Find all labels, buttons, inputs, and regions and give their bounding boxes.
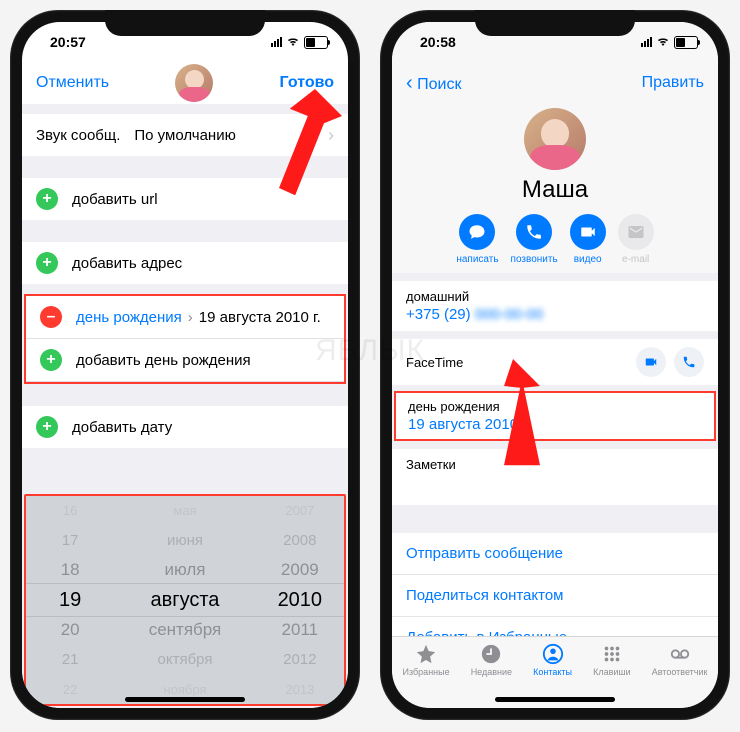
add-date-row[interactable]: + добавить дату [22, 406, 348, 448]
facetime-audio-button[interactable] [674, 347, 704, 377]
birthday-display-highlight: день рождения 19 августа 2010 г. [394, 391, 716, 441]
phone-block[interactable]: домашний +375 (29) 000-00-00 [392, 281, 718, 331]
date-picker[interactable]: 16 17 18 19 20 21 22 мая июня июля авгус… [24, 494, 346, 706]
star-icon [415, 643, 437, 665]
plus-icon: + [36, 188, 58, 210]
birthday-value: 19 августа 2010 г. [408, 416, 702, 433]
person-icon [542, 643, 564, 665]
status-time: 20:58 [420, 34, 456, 50]
tab-favorites[interactable]: Избранные [403, 643, 450, 677]
birthday-highlight: – день рождения › 19 августа 2010 г. + д… [24, 294, 346, 384]
screen-left: 20:57 Отменить Готово Звук сообщ. По умо… [22, 22, 348, 708]
battery-icon [304, 36, 328, 49]
action-call[interactable]: позвонить [511, 214, 558, 265]
contact-header: Маша написать позвонить видео e-mail [392, 104, 718, 273]
birthday-row[interactable]: – день рождения › 19 августа 2010 г. [26, 296, 344, 339]
facetime-label: FaceTime [406, 355, 463, 370]
facetime-block: FaceTime [392, 339, 718, 385]
wifi-icon [286, 36, 300, 48]
signal-icon [641, 37, 652, 47]
phone-right: 20:58 ‹ Поиск Править Маша [380, 10, 730, 720]
video-icon [570, 214, 606, 250]
tab-recents[interactable]: Недавние [471, 643, 512, 677]
edit-nav-bar: Отменить Готово [22, 62, 348, 104]
picker-day-column[interactable]: 16 17 18 19 20 21 22 [26, 496, 114, 704]
wifi-icon [656, 36, 670, 48]
facetime-video-button[interactable] [636, 347, 666, 377]
plus-icon: + [36, 416, 58, 438]
picker-year-column[interactable]: 2007 2008 2009 2010 2011 2012 2013 [256, 496, 344, 704]
phone-label: домашний [406, 289, 704, 304]
contact-name: Маша [522, 176, 588, 204]
chevron-right-icon: › [188, 309, 193, 326]
signal-icon [271, 37, 282, 47]
plus-icon: + [36, 252, 58, 274]
ringtone-label: Звук сообщ. [36, 127, 120, 144]
cancel-button[interactable]: Отменить [36, 74, 109, 92]
tab-voicemail[interactable]: Автоответчик [652, 643, 708, 677]
avatar-small[interactable] [175, 64, 213, 102]
home-indicator[interactable] [495, 697, 615, 702]
plus-icon: + [40, 349, 62, 371]
add-favorite-link[interactable]: Добавить в Избранные [392, 617, 718, 636]
chevron-left-icon: ‹ [406, 72, 413, 94]
send-message-link[interactable]: Отправить сообщение [392, 533, 718, 575]
notes-block[interactable]: Заметки [392, 449, 718, 505]
phone-value-visible: +375 (29) [406, 306, 471, 323]
add-address-row[interactable]: + добавить адрес [22, 242, 348, 284]
birthday-value: 19 августа 2010 г. [199, 309, 321, 326]
birthday-label: день рождения [408, 399, 702, 414]
minus-icon[interactable]: – [40, 306, 62, 328]
add-birthday-row[interactable]: + добавить день рождения [26, 339, 344, 382]
action-message[interactable]: написать [456, 214, 498, 265]
notch [475, 10, 635, 36]
ringtone-row[interactable]: Звук сообщ. По умолчанию › [22, 114, 348, 156]
message-icon [459, 214, 495, 250]
add-url-row[interactable]: + добавить url [22, 178, 348, 220]
phone-icon [516, 214, 552, 250]
home-indicator[interactable] [125, 697, 245, 702]
status-time: 20:57 [50, 34, 86, 50]
screen-right: 20:58 ‹ Поиск Править Маша [392, 22, 718, 708]
chevron-right-icon: › [328, 125, 334, 146]
add-address-label: добавить адрес [72, 255, 182, 272]
view-nav-bar: ‹ Поиск Править [392, 62, 718, 104]
tab-contacts[interactable]: Контакты [533, 643, 572, 677]
notch [105, 10, 265, 36]
phone-value-hidden: 000-00-00 [475, 306, 543, 323]
mail-icon [618, 214, 654, 250]
tab-keypad[interactable]: Клавиши [593, 643, 631, 677]
share-contact-link[interactable]: Поделиться контактом [392, 575, 718, 617]
action-mail: e-mail [618, 214, 654, 265]
avatar-large[interactable] [524, 108, 586, 170]
edit-button[interactable]: Править [642, 74, 704, 92]
back-button[interactable]: ‹ Поиск [406, 72, 461, 95]
ringtone-value: По умолчанию [134, 127, 235, 144]
done-button[interactable]: Готово [280, 74, 334, 92]
birthday-label: день рождения [76, 309, 182, 326]
add-url-label: добавить url [72, 191, 158, 208]
add-date-label: добавить дату [72, 419, 172, 436]
battery-icon [674, 36, 698, 49]
clock-icon [480, 643, 502, 665]
voicemail-icon [669, 643, 691, 665]
phone-left: 20:57 Отменить Готово Звук сообщ. По умо… [10, 10, 360, 720]
add-birthday-label: добавить день рождения [76, 352, 251, 369]
keypad-icon [601, 643, 623, 665]
picker-month-column[interactable]: мая июня июля августа сентября октября н… [114, 496, 255, 704]
notes-label: Заметки [406, 457, 704, 472]
action-video[interactable]: видео [570, 214, 606, 265]
